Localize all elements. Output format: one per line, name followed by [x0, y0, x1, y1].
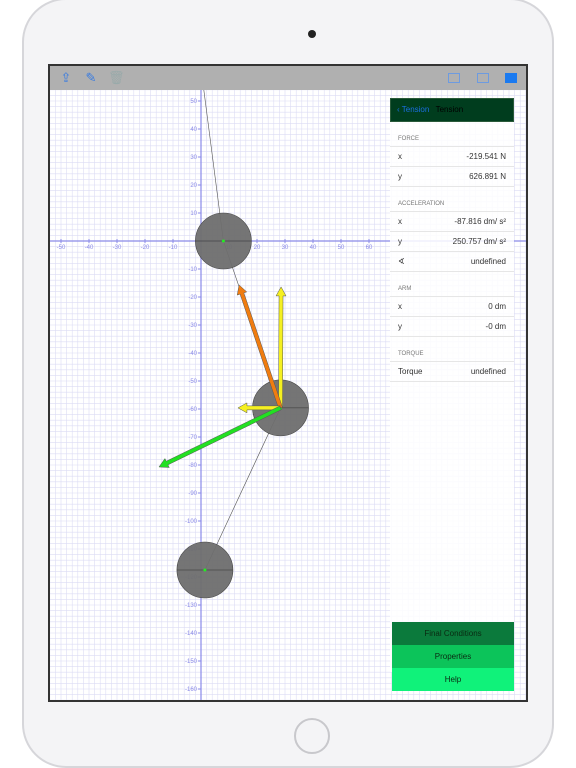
- properties-button[interactable]: Properties: [392, 645, 514, 668]
- y-tick-label: -10: [188, 267, 197, 273]
- property-value: undefined: [470, 257, 506, 266]
- y-tick-label: -100: [185, 519, 198, 525]
- property-value: 0 dm: [488, 302, 506, 311]
- property-row[interactable]: y 626.891 N: [390, 167, 514, 187]
- property-value: undefined: [470, 367, 506, 376]
- x-tick-label: -20: [141, 245, 150, 251]
- property-row[interactable]: x -219.541 N: [390, 147, 514, 167]
- y-tick-label: -160: [185, 687, 198, 693]
- property-label: y: [398, 237, 402, 246]
- x-tick-label: 20: [254, 245, 261, 251]
- property-value: 626.891 N: [469, 172, 506, 181]
- property-row[interactable]: y -0 dm: [390, 317, 514, 337]
- panel-title: Tension: [435, 105, 464, 114]
- ball-center: [203, 568, 207, 572]
- x-tick-label: 30: [282, 245, 289, 251]
- ball-center: [221, 239, 225, 243]
- y-tick-label: -20: [188, 295, 197, 301]
- action-buttons: Final Conditions Properties Help: [392, 622, 514, 691]
- property-value: -0 dm: [485, 322, 506, 331]
- y-tick-label: -60: [188, 407, 197, 413]
- property-label: x: [398, 217, 402, 226]
- x-tick-label: -10: [169, 245, 178, 251]
- property-value: -87.816 dm/ s²: [454, 217, 506, 226]
- y-tick-label: 10: [190, 211, 197, 217]
- y-tick-label: -80: [188, 463, 197, 469]
- x-tick-label: 60: [366, 245, 373, 251]
- trash-icon: 🗑: [108, 70, 125, 85]
- y-tick-label: -30: [188, 323, 197, 329]
- section-header: ARM: [390, 272, 514, 297]
- x-tick-label: 40: [310, 245, 317, 251]
- y-tick-label: -150: [185, 659, 198, 665]
- toolbar: ⇪ ✎ 🗑: [50, 66, 526, 90]
- panel-icon[interactable]: [477, 73, 489, 83]
- app-screen: -50-40-30-20-101020304050605040302010-10…: [48, 64, 528, 702]
- x-tick-label: -40: [85, 245, 94, 251]
- y-tick-label: 40: [190, 127, 197, 133]
- property-label: y: [398, 322, 402, 331]
- y-tick-label: -130: [185, 603, 198, 609]
- nav-bar: ‹ Tension Tension: [390, 98, 514, 122]
- property-row[interactable]: Torque undefined: [390, 362, 514, 382]
- y-tick-label: 20: [190, 183, 197, 189]
- inspector-panel: ‹ Tension Tension FORCE x -219.541 N y 626.8…: [390, 98, 514, 672]
- help-button[interactable]: Help: [392, 668, 514, 691]
- property-value: 250.757 dm/ s²: [452, 237, 506, 246]
- property-label: y: [398, 172, 402, 181]
- section-header: FORCE: [390, 122, 514, 147]
- x-tick-label: -50: [57, 245, 66, 251]
- x-tick-label: -30: [113, 245, 122, 251]
- y-tick-label: 50: [190, 99, 197, 105]
- section-header: ACCELERATION: [390, 187, 514, 212]
- back-button[interactable]: ‹ Tension: [397, 105, 429, 114]
- property-row[interactable]: x -87.816 dm/ s²: [390, 212, 514, 232]
- y-tick-label: -50: [188, 379, 197, 385]
- property-label: ∢: [398, 257, 405, 266]
- rope-line: [203, 90, 281, 571]
- property-label: x: [398, 152, 402, 161]
- section-header: TORQUE: [390, 337, 514, 362]
- property-label: Torque: [398, 367, 423, 376]
- share-icon[interactable]: ⇪: [58, 70, 74, 86]
- camera: [308, 30, 316, 38]
- home-button[interactable]: [294, 718, 330, 754]
- y-tick-label: -70: [188, 435, 197, 441]
- property-row[interactable]: x 0 dm: [390, 297, 514, 317]
- back-label: Tension: [401, 105, 430, 114]
- compose-icon[interactable]: ✎: [83, 70, 99, 86]
- sidebar-right-icon[interactable]: [505, 73, 517, 83]
- final-conditions-button[interactable]: Final Conditions: [392, 622, 514, 645]
- property-row[interactable]: y 250.757 dm/ s²: [390, 232, 514, 252]
- y-tick-label: -140: [185, 631, 198, 637]
- y-tick-label: 30: [190, 155, 197, 161]
- property-label: x: [398, 302, 402, 311]
- property-row[interactable]: ∢ undefined: [390, 252, 514, 272]
- y-tick-label: -90: [188, 491, 197, 497]
- property-value: -219.541 N: [466, 152, 506, 161]
- sidebar-left-icon[interactable]: [448, 73, 460, 83]
- x-tick-label: 50: [338, 245, 345, 251]
- y-tick-label: -40: [188, 351, 197, 357]
